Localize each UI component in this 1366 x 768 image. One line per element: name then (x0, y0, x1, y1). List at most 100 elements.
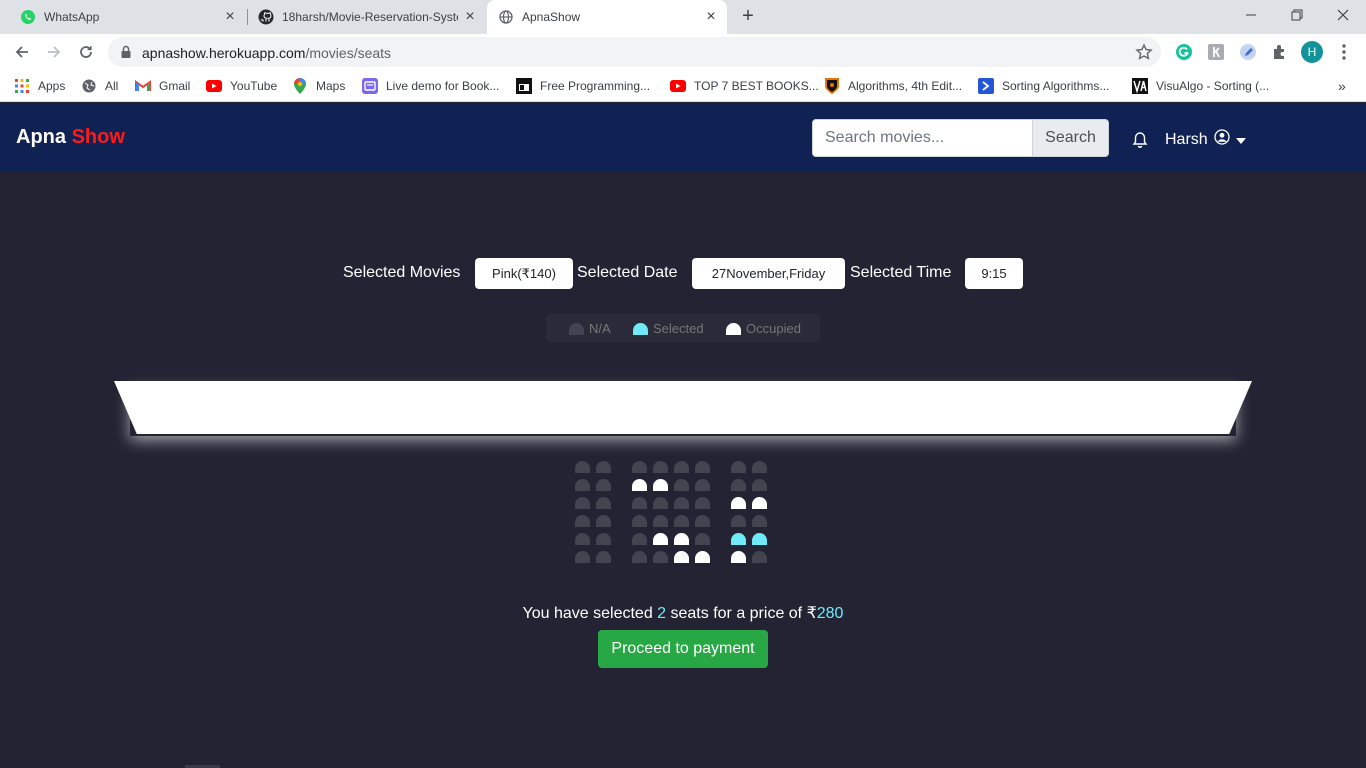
bell-icon[interactable] (1132, 131, 1148, 154)
bookmark-label: VisuAlgo - Sorting (... (1156, 79, 1270, 93)
seat-available[interactable] (596, 515, 611, 527)
seat-occupied-icon (726, 322, 741, 335)
seat-available[interactable] (596, 461, 611, 473)
tab-title: WhatsApp (44, 10, 100, 24)
seat-available[interactable] (632, 551, 647, 563)
seat-available[interactable] (575, 551, 590, 563)
seat-available[interactable] (632, 515, 647, 527)
seat-available[interactable] (632, 497, 647, 509)
brand-logo[interactable]: Apna Show (16, 126, 125, 149)
search-button[interactable]: Search (1032, 119, 1109, 157)
address-bar[interactable]: apnashow.herokuapp.com/movies/seats (108, 37, 1161, 67)
seat-available[interactable] (695, 479, 710, 491)
bookmark-all[interactable]: All (81, 76, 118, 96)
seat-available[interactable] (752, 479, 767, 491)
browser-toolbar: apnashow.herokuapp.com/movies/seats H (0, 34, 1366, 70)
booking-summary: You have selected 2 seats for a price of… (0, 603, 1366, 623)
seat-selected[interactable] (752, 533, 767, 545)
seat-available[interactable] (731, 461, 746, 473)
bookmark-live-demo[interactable]: Live demo for Book... (362, 76, 499, 96)
profile-avatar[interactable]: H (1301, 41, 1323, 63)
seat-available[interactable] (695, 497, 710, 509)
extensions-puzzle-icon[interactable] (1270, 42, 1290, 62)
lock-icon (120, 45, 132, 64)
selected-count: 2 (657, 605, 667, 622)
seat-available[interactable] (674, 497, 689, 509)
programming-icon (516, 78, 532, 94)
bookmark-label: Algorithms, 4th Edit... (848, 79, 963, 93)
seat-available[interactable] (695, 461, 710, 473)
url-path: /movies/seats (305, 45, 392, 61)
bookmark-free-programming[interactable]: Free Programming... (516, 76, 650, 96)
bookmark-maps[interactable]: Maps (292, 76, 345, 96)
seat-available[interactable] (575, 479, 590, 491)
seat-available[interactable] (596, 533, 611, 545)
search-movies-input[interactable] (812, 119, 1033, 157)
gmail-icon (135, 78, 151, 94)
seat-available[interactable] (575, 533, 590, 545)
seat-available[interactable] (674, 479, 689, 491)
bookmark-label: TOP 7 BEST BOOKS... (694, 79, 819, 93)
grammarly-icon[interactable] (1174, 42, 1194, 62)
seat-selected[interactable] (731, 533, 746, 545)
seat-available[interactable] (695, 533, 710, 545)
more-bookmarks-icon[interactable]: » (1338, 76, 1346, 96)
tab-github[interactable]: 18harsh/Movie-Reservation-Syste × (248, 0, 486, 34)
seat-available[interactable] (653, 515, 668, 527)
seat-available[interactable] (575, 497, 590, 509)
bookmark-gmail[interactable]: Gmail (135, 76, 190, 96)
seat-available[interactable] (752, 551, 767, 563)
restore-icon[interactable] (1274, 0, 1320, 30)
bookmark-label: Apps (38, 79, 66, 93)
new-tab-icon[interactable]: + (738, 6, 758, 26)
bookmark-youtube[interactable]: YouTube (206, 76, 277, 96)
seat-available[interactable] (596, 497, 611, 509)
extension-k-icon[interactable] (1206, 42, 1226, 62)
seat-available[interactable] (575, 515, 590, 527)
seat-available[interactable] (575, 461, 590, 473)
minimize-icon[interactable] (1228, 0, 1274, 30)
browser-menu-icon[interactable] (1334, 42, 1354, 62)
reload-icon[interactable] (74, 40, 98, 64)
bookmark-apps[interactable]: Apps (14, 76, 65, 96)
bookmark-top-7-books[interactable]: TOP 7 BEST BOOKS... (670, 76, 819, 96)
close-icon[interactable]: × (222, 9, 238, 25)
proceed-to-payment-button[interactable]: Proceed to payment (598, 630, 768, 668)
seat-available[interactable] (596, 479, 611, 491)
seat-available[interactable] (674, 515, 689, 527)
close-icon[interactable]: × (703, 9, 719, 25)
seat-available[interactable] (674, 461, 689, 473)
tab-whatsapp[interactable]: WhatsApp × (0, 0, 246, 34)
seat-available[interactable] (695, 515, 710, 527)
forward-arrow-icon[interactable] (42, 40, 66, 64)
close-icon[interactable]: × (462, 9, 478, 25)
seat-available[interactable] (653, 551, 668, 563)
seat-available[interactable] (653, 461, 668, 473)
bookmark-visualgo[interactable]: VisuAlgo - Sorting (... (1132, 76, 1269, 96)
tab-apnashow[interactable]: ApnaShow × (487, 0, 727, 34)
seat-available[interactable] (653, 497, 668, 509)
seat-available[interactable] (596, 551, 611, 563)
bookmark-label: All (105, 79, 119, 93)
seat-available[interactable] (752, 461, 767, 473)
seat-available[interactable] (731, 515, 746, 527)
url-host: apnashow.herokuapp.com (142, 45, 306, 61)
bookmark-sorting-algorithms[interactable]: Sorting Algorithms... (978, 76, 1109, 96)
user-menu-dropdown[interactable]: Harsh (1165, 129, 1246, 150)
seat-available[interactable] (731, 479, 746, 491)
seat-occupied (653, 533, 668, 545)
seat-na-icon (569, 322, 584, 335)
bookmark-star-icon[interactable] (1135, 43, 1153, 66)
seat-available[interactable] (632, 533, 647, 545)
youtube-icon (206, 78, 222, 94)
bookmark-algorithms[interactable]: Algorithms, 4th Edit... (824, 76, 962, 96)
seat-grid (575, 461, 770, 565)
seat-available[interactable] (752, 515, 767, 527)
extension-pen-icon[interactable] (1238, 42, 1258, 62)
globe-icon (81, 78, 97, 94)
back-arrow-icon[interactable] (10, 40, 34, 64)
legend-selected-label: Selected (653, 321, 704, 336)
seat-available[interactable] (632, 461, 647, 473)
globe-icon (498, 9, 514, 25)
window-close-icon[interactable] (1320, 0, 1366, 30)
